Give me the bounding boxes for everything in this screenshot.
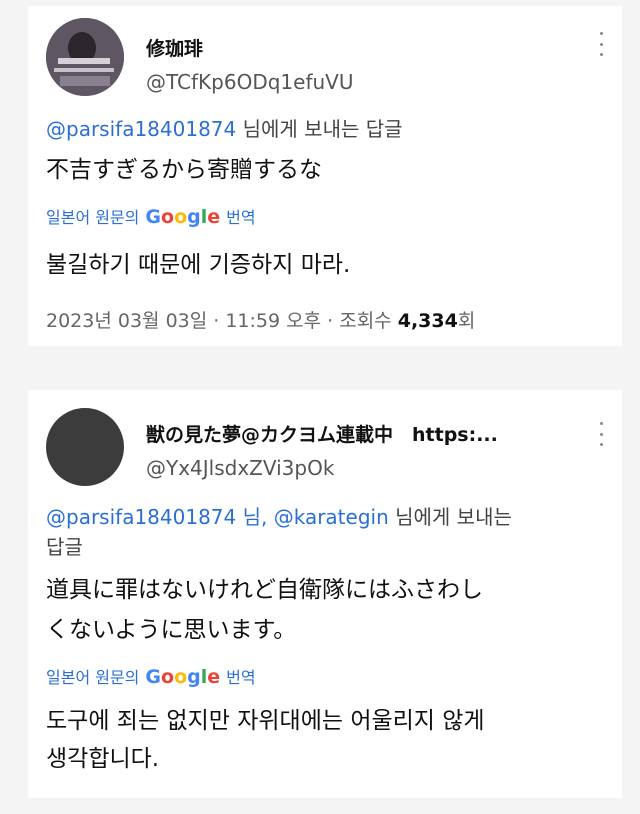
reply-context-line2: 답글 xyxy=(46,535,83,559)
translate-link[interactable]: 일본어 원문의 Google 번역 xyxy=(46,204,256,228)
tweet-text: 不吉すぎるから寄贈するな xyxy=(46,157,322,183)
reply-suffix: 님에게 보내는 xyxy=(395,505,512,529)
mention-link[interactable]: @parsifa18401874 님, @karategin xyxy=(46,505,389,529)
translate-prefix: 일본어 원문의 xyxy=(46,208,140,227)
google-logo: Google xyxy=(145,666,221,688)
reply-suffix: 님에게 보내는 답글 xyxy=(242,117,403,141)
display-name[interactable]: 修珈琲 xyxy=(146,34,203,61)
view-count-suffix: 회 xyxy=(457,310,476,332)
avatar-image xyxy=(46,18,124,96)
more-options-icon[interactable] xyxy=(598,32,604,56)
view-count: 4,334 xyxy=(397,310,458,332)
translated-text-line1: 도구에 죄는 없지만 자위대에는 어울리지 않게 xyxy=(46,708,485,734)
translate-prefix: 일본어 원문의 xyxy=(46,668,140,687)
mention-link[interactable]: @parsifa18401874 xyxy=(46,117,236,141)
display-name[interactable]: 獣の見た夢@カクヨム連載中 https:... xyxy=(146,420,498,447)
translated-text: 불길하기 때문에 기증하지 마라. xyxy=(46,252,351,278)
translate-suffix: 번역 xyxy=(226,208,256,227)
more-options-icon[interactable] xyxy=(598,422,604,446)
tweet-card-2[interactable]: 獣の見た夢@カクヨム連載中 https:... @Yx4JlsdxZVi3pOk… xyxy=(28,390,622,798)
tweet-meta: 2023년 03월 03일 · 11:59 오후 · 조회수 4,334회 xyxy=(46,306,475,333)
tweet-text-line2: くないように思います。 xyxy=(46,617,297,643)
translate-link[interactable]: 일본어 원문의 Google 번역 xyxy=(46,664,256,688)
translate-suffix: 번역 xyxy=(226,668,256,687)
avatar[interactable] xyxy=(46,18,124,96)
google-logo: Google xyxy=(145,206,221,228)
tweet-card-1[interactable]: 修珈琲 @TCfKp6ODq1efuVU @parsifa18401874 님에… xyxy=(28,6,622,346)
reply-context: @parsifa18401874 님에게 보내는 답글 xyxy=(46,114,403,144)
avatar[interactable] xyxy=(46,408,124,486)
user-handle[interactable]: @TCfKp6ODq1efuVU xyxy=(146,70,354,94)
timestamp[interactable]: 2023년 03월 03일 · 11:59 오후 · 조회수 xyxy=(46,310,392,332)
tweet-text-line1: 道具に罪はないけれど自衛隊にはふさわし xyxy=(46,577,483,603)
reply-context: @parsifa18401874 님, @karategin 님에게 보내는 xyxy=(46,502,512,532)
user-handle[interactable]: @Yx4JlsdxZVi3pOk xyxy=(146,456,334,480)
translated-text-line2: 생각합니다. xyxy=(46,746,160,772)
